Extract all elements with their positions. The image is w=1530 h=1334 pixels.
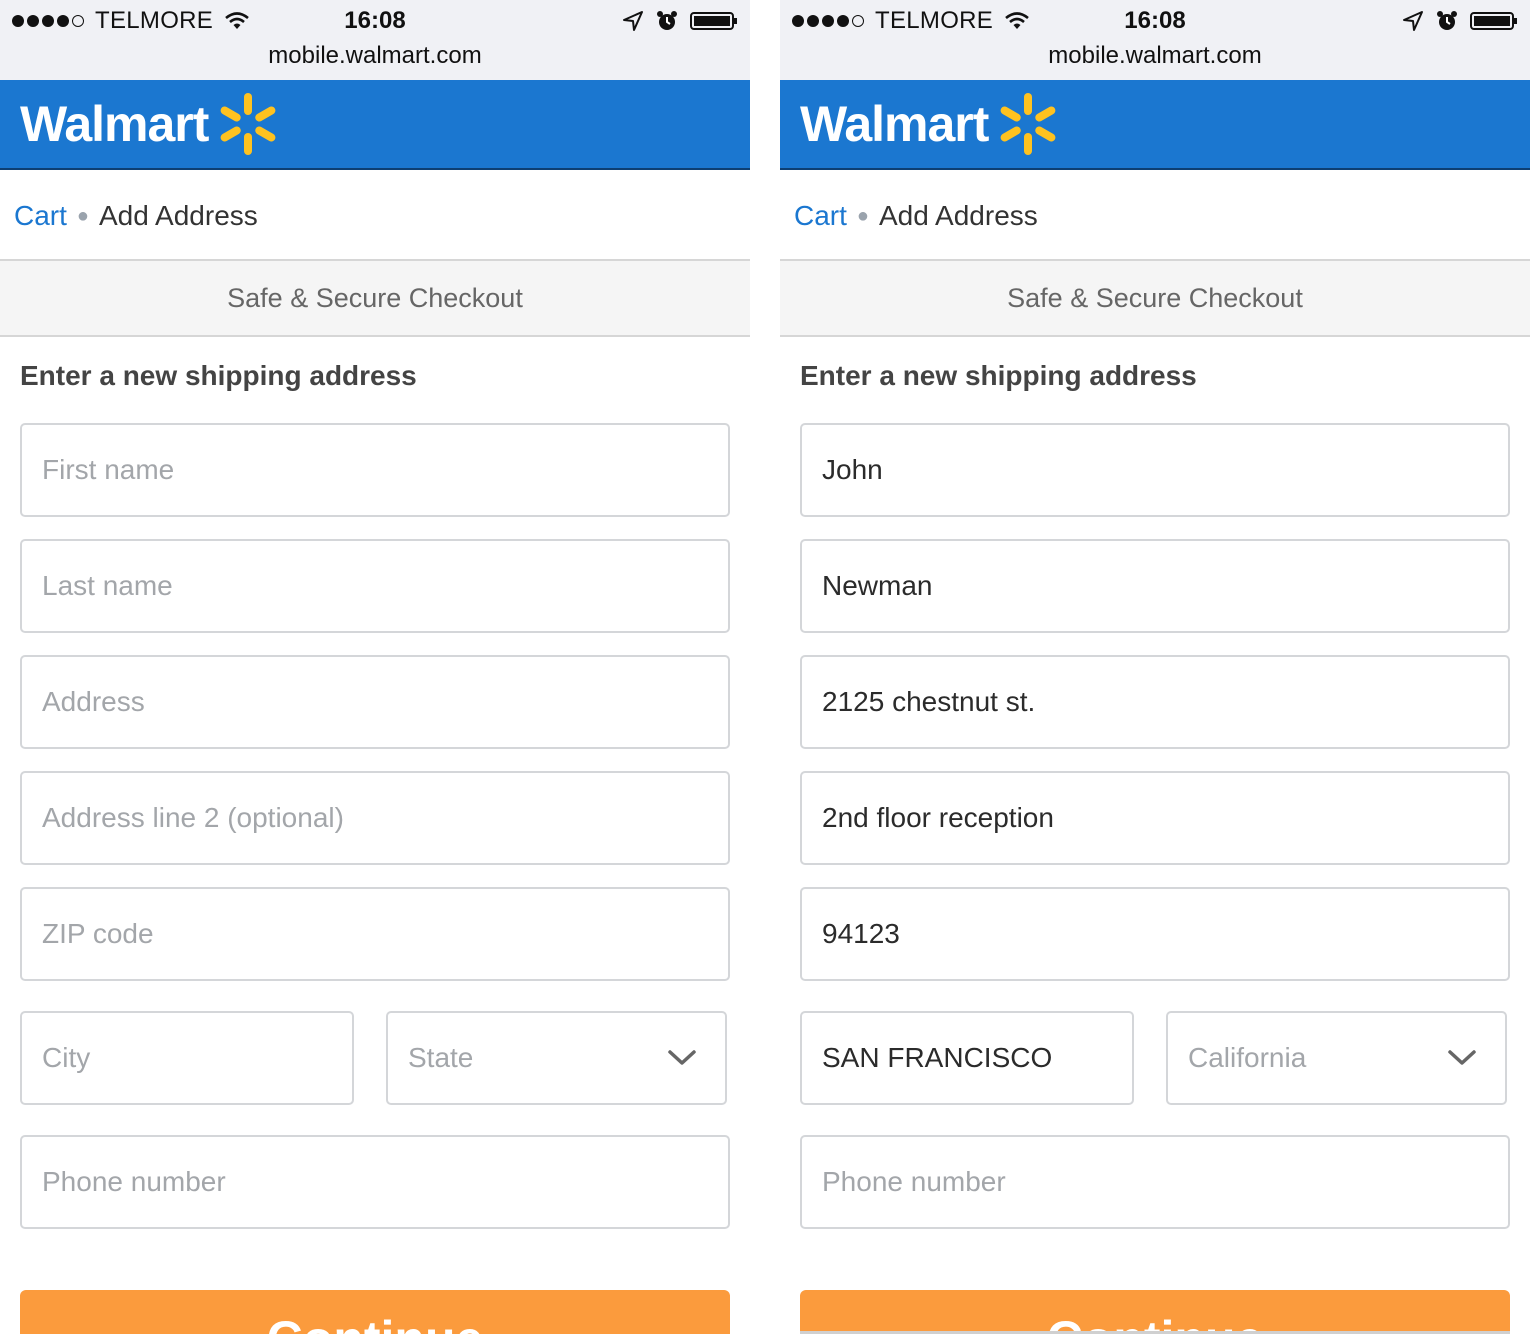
alarm-clock-icon [1436,10,1458,32]
status-bar: TELMORE 16:08 mobile.walmart.com [780,0,1530,80]
phone-number-placeholder: Phone number [822,1166,1006,1197]
address-value: 2125 chestnut st. [822,686,1036,717]
breadcrumb-cart-link[interactable]: Cart [14,196,67,236]
last-name-placeholder: Last name [42,570,173,601]
state-select[interactable]: California [1166,1011,1507,1105]
breadcrumb-separator-icon: ● [76,205,89,227]
continue-button[interactable]: Continue [800,1290,1510,1334]
secure-checkout-banner: Safe & Secure Checkout [0,259,750,337]
alarm-clock-icon [656,10,678,32]
address-field[interactable]: 2125 chestnut st. [800,655,1510,749]
location-arrow-icon [622,10,644,32]
walmart-spark-icon [220,93,276,155]
zip-code-value: 94123 [822,918,900,949]
breadcrumb-cart-link[interactable]: Cart [794,196,847,236]
address-line2-field[interactable]: Address line 2 (optional) [20,771,730,865]
address-line2-placeholder: Address line 2 (optional) [42,802,344,833]
form-title: Enter a new shipping address [800,360,1197,391]
address-field[interactable]: Address [20,655,730,749]
breadcrumb: Cart ● Add Address [794,196,1038,236]
first-name-value: John [822,454,883,485]
breadcrumb-current: Add Address [879,200,1038,231]
phone-screen-empty-form: TELMORE 16:08 mobile.walmart.com Walmart [0,0,750,1334]
city-placeholder: City [42,1042,91,1073]
walmart-logo-text[interactable]: Walmart [800,94,989,154]
breadcrumb-separator-icon: ● [856,205,869,227]
first-name-field[interactable]: First name [20,423,730,517]
city-field[interactable]: SAN FRANCISCO [800,1011,1134,1105]
zip-code-field[interactable]: ZIP code [20,887,730,981]
state-value: California [1188,1042,1307,1073]
status-right [610,8,738,34]
city-value: SAN FRANCISCO [822,1042,1053,1073]
first-name-field[interactable]: John [800,423,1510,517]
chevron-down-icon [668,1050,696,1065]
form-title: Enter a new shipping address [20,360,417,391]
address-placeholder: Address [42,686,145,717]
status-right [1390,8,1518,34]
phone-number-field[interactable]: Phone number [800,1135,1510,1229]
chevron-down-icon [1448,1050,1476,1065]
last-name-value: Newman [822,570,933,601]
phone-screen-filled-form: TELMORE 16:08 mobile.walmart.com Walmart [780,0,1530,1334]
last-name-field[interactable]: Newman [800,539,1510,633]
battery-icon [1470,11,1518,31]
walmart-logo-text[interactable]: Walmart [20,94,209,154]
phone-number-field[interactable]: Phone number [20,1135,730,1229]
walmart-spark-icon [1000,93,1056,155]
last-name-field[interactable]: Last name [20,539,730,633]
city-field[interactable]: City [20,1011,354,1105]
continue-button[interactable]: Continue [20,1290,730,1334]
state-select[interactable]: State [386,1011,727,1105]
site-header: Walmart [0,80,750,170]
address-line2-field[interactable]: 2nd floor reception [800,771,1510,865]
site-header: Walmart [780,80,1530,170]
location-arrow-icon [1402,10,1424,32]
status-bar: TELMORE 16:08 mobile.walmart.com [0,0,750,80]
address-bar-url[interactable]: mobile.walmart.com [0,40,750,72]
battery-icon [690,11,738,31]
first-name-placeholder: First name [42,454,175,485]
zip-code-placeholder: ZIP code [42,918,154,949]
state-placeholder: State [408,1042,474,1073]
address-bar-url[interactable]: mobile.walmart.com [780,40,1530,72]
phone-number-placeholder: Phone number [42,1166,226,1197]
breadcrumb-current: Add Address [99,200,258,231]
secure-checkout-banner: Safe & Secure Checkout [780,259,1530,337]
zip-code-field[interactable]: 94123 [800,887,1510,981]
breadcrumb: Cart ● Add Address [14,196,258,236]
address-line2-value: 2nd floor reception [822,802,1054,833]
continue-button-label: Continue [20,1310,730,1334]
